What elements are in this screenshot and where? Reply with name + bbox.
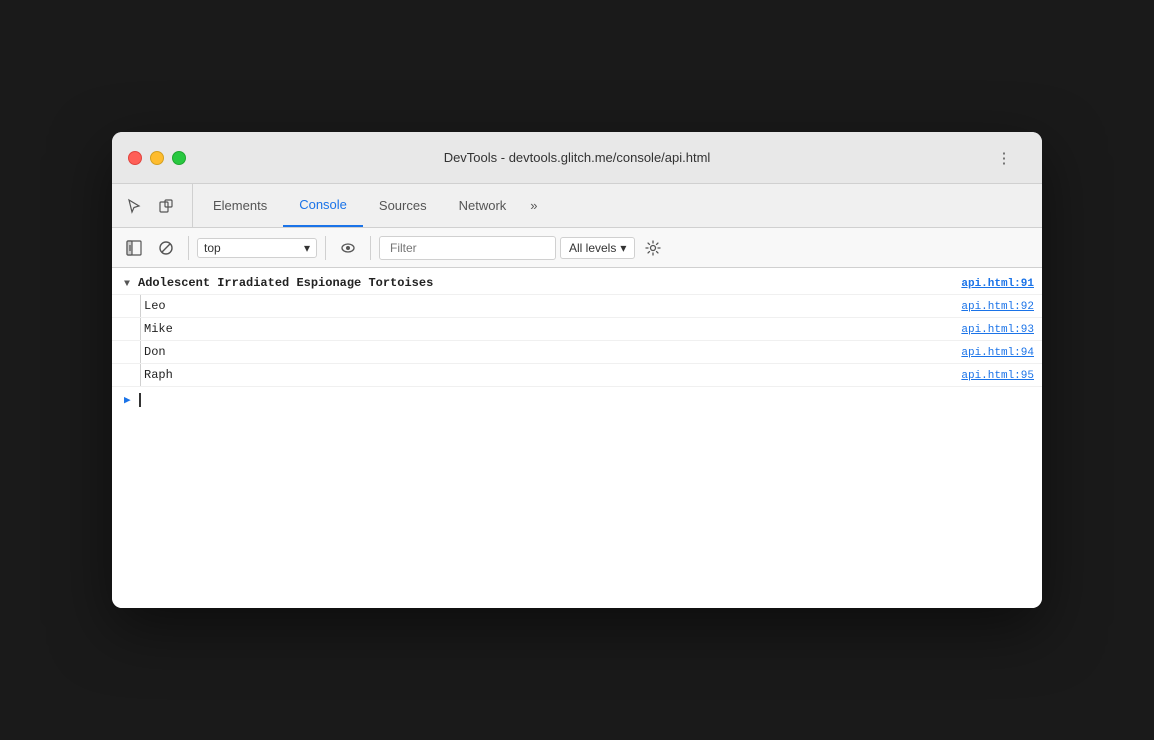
- console-item-3[interactable]: Raph api.html:95: [112, 364, 1042, 387]
- ban-icon: [158, 240, 174, 256]
- gear-icon: [645, 240, 661, 256]
- clear-console-button[interactable]: [152, 234, 180, 262]
- console-item-2[interactable]: Don api.html:94: [112, 341, 1042, 364]
- console-group-children: Leo api.html:92 Mike api.html:93 Don api…: [112, 295, 1042, 387]
- toolbar-divider-1: [188, 236, 189, 260]
- device-icon: [158, 198, 174, 214]
- eye-button[interactable]: [334, 234, 362, 262]
- prompt-arrow-icon: ▶: [124, 393, 131, 407]
- tab-network-label: Network: [459, 198, 507, 213]
- item-2-text: Don: [144, 345, 166, 359]
- item-1-text: Mike: [144, 322, 173, 336]
- group-header-left: ▼ Adolescent Irradiated Espionage Tortoi…: [124, 276, 961, 290]
- toolbar-divider-2: [325, 236, 326, 260]
- title-bar-end: ⋮: [990, 144, 1026, 172]
- item-3-text: Raph: [144, 368, 173, 382]
- cursor-icon-button[interactable]: [120, 192, 148, 220]
- levels-dropdown[interactable]: All levels ▾: [560, 237, 635, 259]
- window-title: DevTools - devtools.glitch.me/console/ap…: [444, 150, 711, 165]
- item-3-source[interactable]: api.html:95: [961, 370, 1034, 382]
- item-2-left: Don: [144, 345, 961, 359]
- toolbar-divider-3: [370, 236, 371, 260]
- minimize-button[interactable]: [150, 151, 164, 165]
- item-0-source[interactable]: api.html:92: [961, 301, 1034, 313]
- tab-sources[interactable]: Sources: [363, 184, 443, 227]
- tab-bar: Elements Console Sources Network »: [112, 184, 1042, 228]
- tab-sources-label: Sources: [379, 198, 427, 213]
- console-settings-button[interactable]: [639, 234, 667, 262]
- maximize-button[interactable]: [172, 151, 186, 165]
- sidebar-icon: [126, 240, 142, 256]
- tab-elements-label: Elements: [213, 198, 267, 213]
- sidebar-toggle-button[interactable]: [120, 234, 148, 262]
- console-prompt-row[interactable]: ▶: [112, 387, 1042, 413]
- group-header-source[interactable]: api.html:91: [961, 278, 1034, 290]
- levels-chevron-icon: ▾: [620, 241, 626, 255]
- console-item-0[interactable]: Leo api.html:92: [112, 295, 1042, 318]
- more-icon: ⋮: [997, 149, 1012, 167]
- levels-label: All levels: [569, 241, 616, 255]
- console-toolbar: top ▾ All levels ▾: [112, 228, 1042, 268]
- device-toolbar-button[interactable]: [152, 192, 180, 220]
- devtools-icons: [120, 184, 193, 227]
- console-item-1[interactable]: Mike api.html:93: [112, 318, 1042, 341]
- title-bar: DevTools - devtools.glitch.me/console/ap…: [112, 132, 1042, 184]
- traffic-lights: [128, 151, 186, 165]
- item-2-source[interactable]: api.html:94: [961, 347, 1034, 359]
- item-3-left: Raph: [144, 368, 961, 382]
- cursor-icon: [126, 198, 142, 214]
- item-1-left: Mike: [144, 322, 961, 336]
- item-0-left: Leo: [144, 299, 961, 313]
- collapse-arrow-icon[interactable]: ▼: [124, 279, 130, 290]
- prompt-cursor: [139, 393, 141, 407]
- tab-more-button[interactable]: »: [522, 184, 545, 227]
- eye-icon: [340, 240, 356, 256]
- devtools-window: DevTools - devtools.glitch.me/console/ap…: [112, 132, 1042, 608]
- tab-elements[interactable]: Elements: [197, 184, 283, 227]
- tab-console-label: Console: [299, 197, 347, 212]
- item-0-text: Leo: [144, 299, 166, 313]
- console-group-header[interactable]: ▼ Adolescent Irradiated Espionage Tortoi…: [112, 272, 1042, 295]
- context-value: top: [204, 241, 221, 255]
- filter-container: [379, 236, 556, 260]
- tab-console[interactable]: Console: [283, 184, 363, 227]
- close-button[interactable]: [128, 151, 142, 165]
- console-content: ▼ Adolescent Irradiated Espionage Tortoi…: [112, 268, 1042, 608]
- filter-input[interactable]: [384, 239, 551, 257]
- item-1-source[interactable]: api.html:93: [961, 324, 1034, 336]
- group-header-text: Adolescent Irradiated Espionage Tortoise…: [138, 276, 433, 290]
- tab-network[interactable]: Network: [443, 184, 523, 227]
- tab-more-icon: »: [530, 198, 537, 213]
- more-options-button[interactable]: ⋮: [990, 144, 1018, 172]
- chevron-down-icon: ▾: [304, 241, 310, 255]
- context-selector[interactable]: top ▾: [197, 238, 317, 258]
